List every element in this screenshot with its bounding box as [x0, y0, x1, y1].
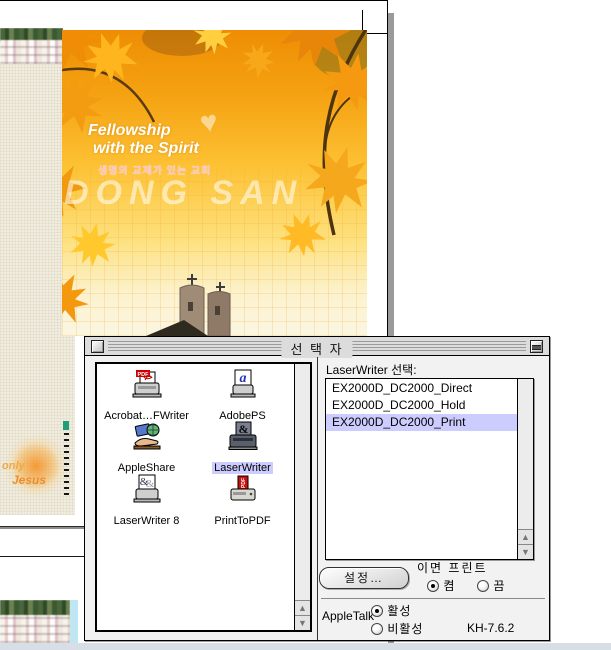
cover-title-line1: Fellowship: [88, 122, 171, 140]
children-photo-top: [0, 28, 63, 64]
printer-list: EX2000D_DC2000_Direct EX2000D_DC2000_Hol…: [325, 378, 534, 560]
device-acrobat-pdfwriter[interactable]: PDF Acrobat…FWriter: [99, 369, 194, 424]
printtopdf-icon: PDF: [227, 474, 259, 506]
magazine-cover-image: ♥ Fellowship with the Spirit 생명의 교제가 있는 …: [62, 30, 367, 336]
printer-row[interactable]: EX2000D_DC2000_Direct: [326, 380, 517, 397]
chooser-content: PDF Acrobat…FWriter a AdobePS: [85, 357, 549, 640]
device-appleshare[interactable]: AppleShare: [99, 421, 194, 476]
device-laserwriter8[interactable]: & & LaserWriter 8: [99, 474, 194, 529]
radio-inactive-icon[interactable]: [371, 623, 383, 635]
children-photo-bottom: [0, 600, 70, 643]
printer-list-label: LaserWriter 선택:: [326, 361, 417, 378]
device-printtopdf[interactable]: PDF PrintToPDF: [195, 474, 290, 529]
device-panel: PDF Acrobat…FWriter a AdobePS: [95, 362, 312, 632]
photo-crowd: [0, 615, 70, 643]
device-label: PrintToPDF: [212, 515, 272, 527]
acrobat-pdfwriter-icon: PDF: [131, 369, 163, 401]
black-rule: [0, 556, 84, 557]
collapse-box-icon[interactable]: [530, 340, 543, 353]
setup-button[interactable]: 설정…: [319, 567, 409, 589]
blue-strip: [70, 600, 78, 643]
device-adobeps[interactable]: a AdobePS: [195, 369, 290, 424]
photo-crowd: [0, 40, 63, 64]
section-divider: [321, 598, 545, 599]
radio-active-label: 활성: [387, 604, 411, 618]
page-frame-top-line: [0, 0, 388, 1]
green-mark: [63, 421, 69, 430]
chooser-window: 선 택 자 PDF Acrobat…FWriter: [84, 336, 550, 641]
laserwriter-icon: &: [227, 421, 259, 453]
radio-on-label: 켬: [443, 579, 455, 593]
only-text: only: [2, 460, 25, 472]
radio-off-icon[interactable]: [477, 580, 489, 592]
barcode-marks: [64, 433, 69, 495]
device-label-selected: LaserWriter: [212, 462, 273, 474]
appletalk-inactive-radio[interactable]: 비활성: [371, 620, 423, 637]
version-text: KH-7.6.2: [467, 621, 514, 635]
device-label: AppleShare: [116, 462, 178, 474]
window-title: 선 택 자: [281, 339, 352, 358]
svg-text:&: &: [238, 422, 248, 436]
radio-inactive-label: 비활성: [387, 622, 423, 636]
scroll-up-icon[interactable]: ▲: [518, 529, 533, 544]
cover-masthead: DONG SAN: [64, 174, 303, 213]
title-bar[interactable]: 선 택 자: [85, 337, 549, 356]
close-box-icon[interactable]: [91, 340, 104, 353]
printer-list-scrollbar[interactable]: ▲ ▼: [517, 379, 533, 559]
cover-title-line2: with the Spirit: [93, 140, 199, 158]
background-print-off-radio[interactable]: 끔: [477, 577, 505, 594]
bottom-strip: [0, 643, 611, 650]
appletalk-active-radio[interactable]: 활성: [371, 602, 411, 619]
background-print-on-radio[interactable]: 켬: [427, 577, 455, 594]
appleshare-icon: [131, 421, 163, 453]
svg-text:PDF: PDF: [137, 372, 149, 378]
background-print-label: 이면 프린트: [417, 559, 488, 576]
scroll-up-icon[interactable]: ▲: [295, 600, 310, 615]
svg-text:&: &: [139, 476, 148, 488]
svg-text:PDF: PDF: [241, 478, 247, 488]
church-silhouette: [146, 274, 230, 336]
scroll-down-icon[interactable]: ▼: [295, 615, 310, 630]
adobeps-icon: a: [227, 369, 259, 401]
scroll-down-icon[interactable]: ▼: [518, 544, 533, 559]
device-panel-scrollbar[interactable]: ▲ ▼: [294, 364, 310, 630]
screen: only Jesus: [0, 0, 611, 650]
radio-on-icon[interactable]: [427, 580, 439, 592]
device-laserwriter[interactable]: & LaserWriter: [195, 421, 290, 476]
radio-off-label: 끔: [493, 579, 505, 593]
appletalk-label: AppleTalk: [322, 609, 374, 623]
panel-divider: [317, 357, 318, 640]
printer-row[interactable]: EX2000D_DC2000_Hold: [326, 397, 517, 414]
jesus-text: Jesus: [12, 473, 46, 487]
laserwriter8-icon: & &: [131, 474, 163, 506]
radio-active-icon[interactable]: [371, 605, 383, 617]
printer-row-selected[interactable]: EX2000D_DC2000_Print: [326, 414, 517, 431]
svg-text:a: a: [239, 371, 246, 386]
device-label: LaserWriter 8: [112, 515, 182, 527]
gray-rule: [0, 526, 84, 529]
printer-rows: EX2000D_DC2000_Direct EX2000D_DC2000_Hol…: [326, 380, 517, 431]
